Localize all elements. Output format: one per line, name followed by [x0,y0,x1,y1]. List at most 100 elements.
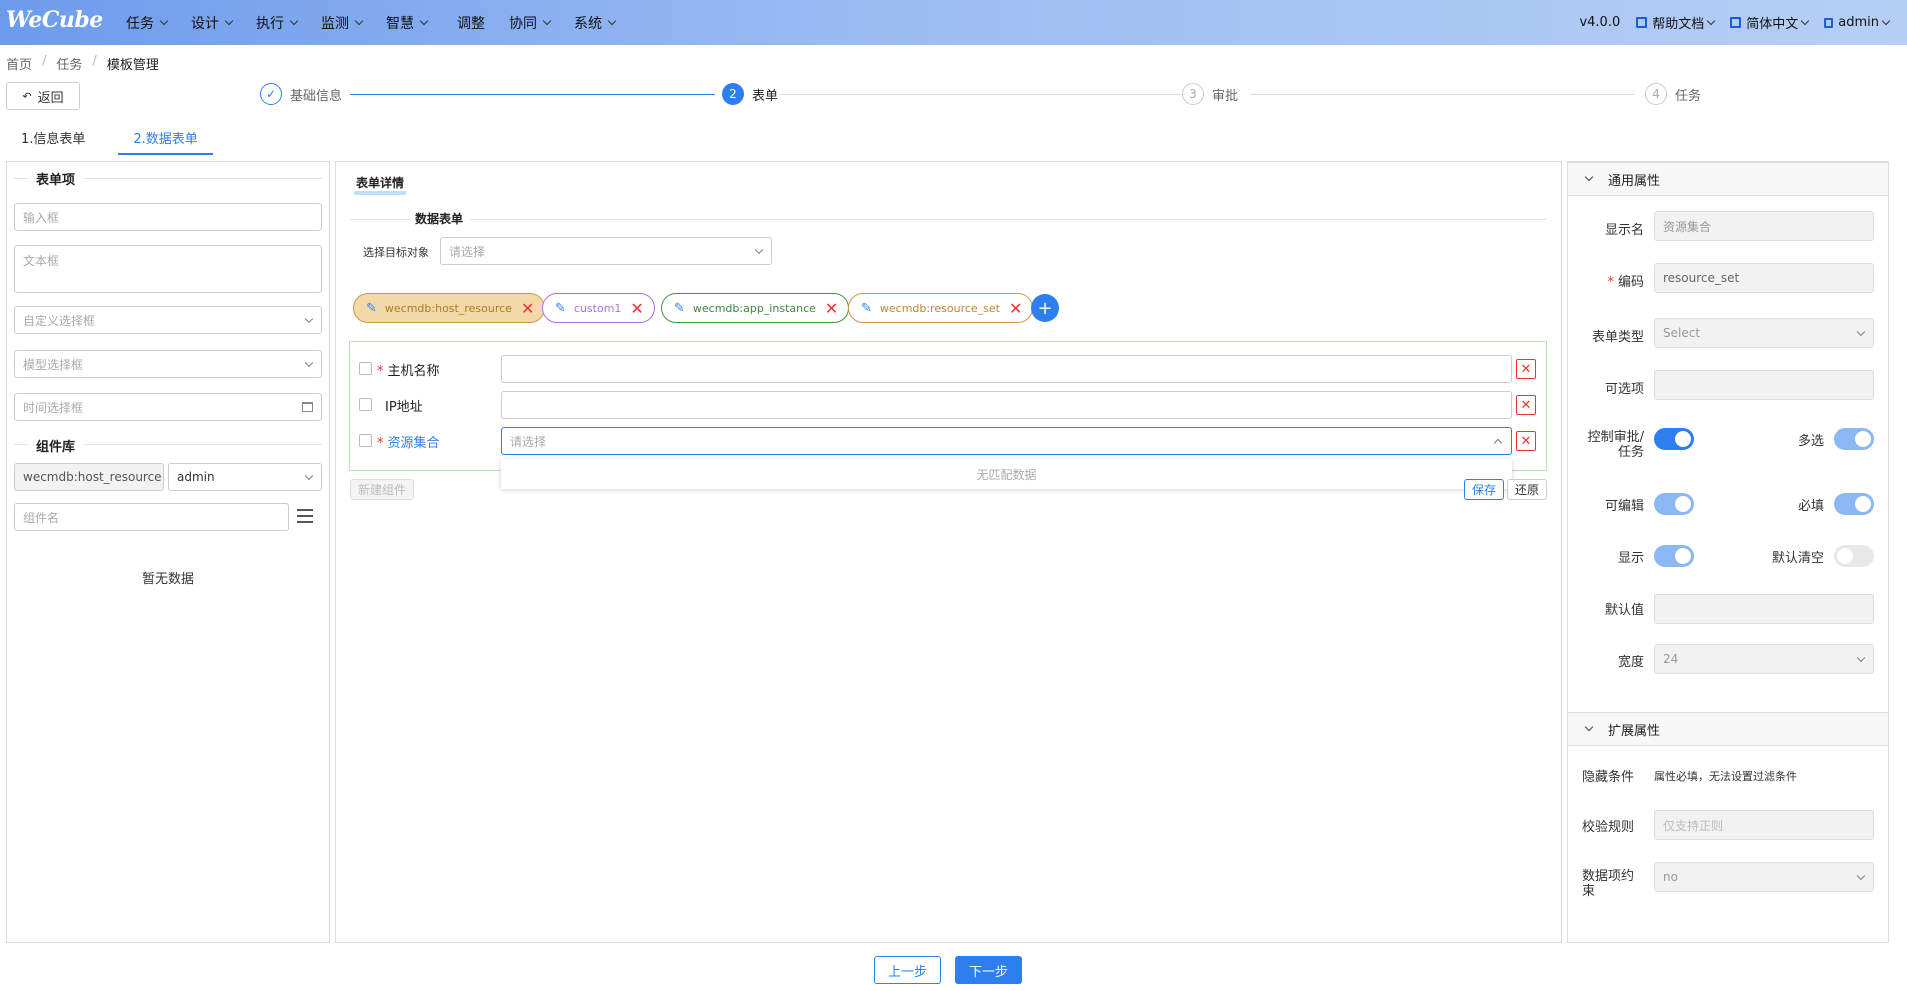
validate-rule-input[interactable]: 仅支持正则 [1654,810,1874,840]
toggle-knob [1675,496,1691,512]
delete-row-button[interactable]: ✕ [1516,395,1536,415]
display-name-input[interactable]: 资源集合 [1654,211,1874,241]
chevron-down-icon [542,16,552,25]
menu-collab[interactable]: 协同 [509,13,552,33]
code-label: * 编码 [1580,271,1644,290]
step-form[interactable]: 2 表单 [722,83,778,105]
default-clear-label: 默认清空 [1771,551,1824,566]
multi-select-toggle[interactable] [1834,428,1874,450]
edit-icon[interactable]: ✎ [674,301,685,316]
general-attrs-header[interactable]: 通用属性 [1568,162,1888,196]
menu-design[interactable]: 设计 [191,13,234,33]
default-clear-toggle[interactable] [1834,545,1874,567]
step-approval[interactable]: 3 审批 [1182,83,1238,105]
width-label: 宽度 [1617,655,1644,670]
tag-resource-set[interactable]: ✎ wecmdb:resource_set ✕ [848,293,1034,323]
edit-icon[interactable]: ✎ [555,301,566,316]
lib-user-select[interactable]: admin [168,463,322,491]
back-icon: ↶ [22,89,32,103]
step-line [780,94,1185,95]
extended-attrs-header[interactable]: 扩展属性 [1568,712,1888,746]
tag-label: wecmdb:app_instance [692,301,816,315]
chevron-down-icon [419,16,429,25]
add-tag-button[interactable]: + [1031,294,1059,322]
save-button[interactable]: 保存 [1464,479,1504,500]
step-task[interactable]: 4 任务 [1645,83,1701,105]
tag-app-instance[interactable]: ✎ wecmdb:app_instance ✕ [661,293,850,323]
code-input[interactable]: resource_set [1654,263,1874,293]
plus-icon: + [1037,297,1053,319]
editable-toggle[interactable] [1654,493,1694,515]
breadcrumb: 首页 / 任务 / 模板管理 [6,54,159,73]
close-icon[interactable]: ✕ [825,299,838,318]
row-checkbox[interactable] [359,434,372,447]
tag-custom1[interactable]: ✎ custom1 ✕ [542,293,655,323]
general-attrs-title: 通用属性 [1608,173,1661,189]
custom-select-item[interactable]: 自定义选择框 [14,306,322,334]
tag-label: wecmdb:host_resource [384,301,512,315]
required-toggle[interactable] [1834,493,1874,515]
constraint-select[interactable]: no [1654,862,1874,892]
chevron-down-icon [1856,871,1866,881]
breadcrumb-separator: / [92,54,97,69]
wecube-logo[interactable]: WeCube [6,7,103,33]
width-select[interactable]: 24 [1654,644,1874,674]
menu-task[interactable]: 任务 [126,13,169,33]
breadcrumb-home[interactable]: 首页 [6,54,32,73]
language-menu[interactable]: 简体中文 [1730,13,1810,32]
help-icon [1636,17,1648,28]
time-select-item[interactable]: 时间选择框 [14,393,322,421]
control-approval-toggle[interactable] [1654,428,1694,450]
menu-wisdom[interactable]: 智慧 [386,13,429,33]
tab-data-form[interactable]: 2.数据表单 [118,122,213,155]
host-name-input[interactable] [501,355,1512,383]
step-line [1250,94,1635,95]
show-toggle[interactable] [1654,545,1694,567]
menu-execute[interactable]: 执行 [256,13,299,33]
form-type-select[interactable]: Select [1654,318,1874,348]
menu-monitor[interactable]: 监测 [321,13,364,33]
ip-address-input[interactable] [501,391,1512,419]
user-menu[interactable]: admin [1824,15,1891,30]
menu-adjust[interactable]: 调整 [457,13,485,33]
help-docs-menu[interactable]: 帮助文档 [1636,13,1716,32]
target-object-select[interactable]: 请选择 [440,237,772,265]
row-checkbox[interactable] [359,398,372,411]
divider [14,178,28,179]
multi-select-label: 多选 [1797,434,1824,449]
breadcrumb-task[interactable]: 任务 [56,54,82,73]
tab-info-form[interactable]: 1.信息表单 [6,122,100,155]
lib-entity-select[interactable]: wecmdb:host_resource [14,463,164,491]
menu-label: 任务 [126,15,154,32]
tag-host-resource[interactable]: ✎ wecmdb:host_resource ✕ [353,293,546,323]
step-basic-info[interactable]: ✓ 基础信息 [260,83,342,105]
resource-set-select[interactable]: 请选择 [501,427,1512,455]
delete-row-button[interactable]: ✕ [1516,431,1536,451]
textarea-item[interactable]: 文本框 [14,245,322,293]
options-label: 可选项 [1604,382,1644,397]
edit-icon[interactable]: ✎ [861,301,872,316]
data-form-title: 数据表单 [415,212,464,226]
back-button[interactable]: ↶ 返回 [6,82,80,110]
delete-row-button[interactable]: ✕ [1516,359,1536,379]
close-icon[interactable]: ✕ [1009,299,1022,318]
validate-rule-label: 校验规则 [1582,820,1635,835]
required-mark: * [377,436,384,451]
new-component-button[interactable]: 新建组件 [350,479,414,500]
close-icon[interactable]: ✕ [630,299,643,318]
input-box-item[interactable]: 输入框 [14,203,322,231]
chevron-down-icon [1881,16,1891,25]
default-value-input[interactable] [1654,594,1874,624]
prev-step-button[interactable]: 上一步 [874,956,941,984]
component-name-input[interactable]: 组件名 [14,503,289,531]
model-select-item[interactable]: 模型选择框 [14,350,322,378]
close-icon[interactable]: ✕ [521,299,534,318]
menu-system[interactable]: 系统 [574,13,617,33]
edit-icon[interactable]: ✎ [366,301,377,316]
next-step-button[interactable]: 下一步 [955,956,1022,984]
row-checkbox[interactable] [359,362,372,375]
row-label: IP地址 [385,400,423,415]
list-icon[interactable] [297,509,313,523]
restore-button[interactable]: 还原 [1507,479,1547,500]
options-input[interactable] [1654,370,1874,400]
